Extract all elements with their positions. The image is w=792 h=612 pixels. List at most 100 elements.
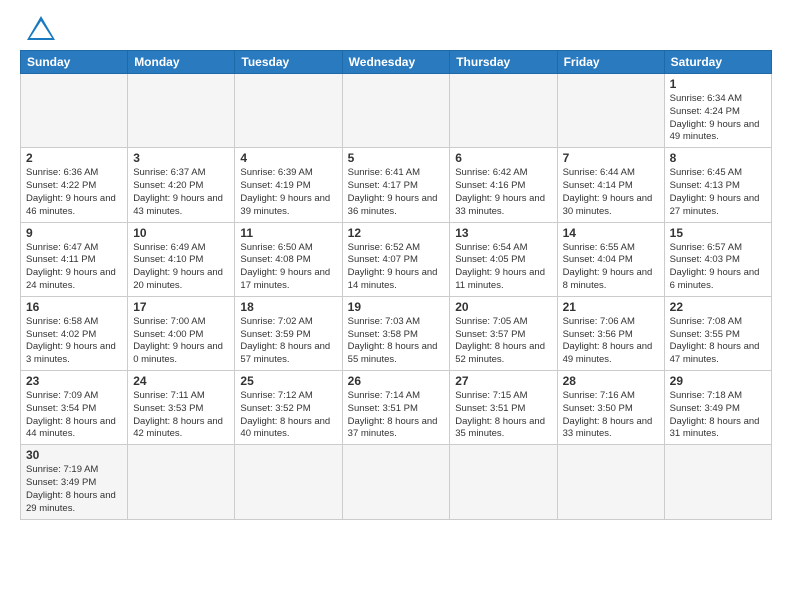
day-number: 26 [348, 374, 445, 388]
calendar-table: SundayMondayTuesdayWednesdayThursdayFrid… [20, 50, 772, 520]
day-info: Sunrise: 6:58 AM Sunset: 4:02 PM Dayligh… [26, 316, 122, 367]
calendar-cell [128, 445, 235, 519]
day-number: 19 [348, 300, 445, 314]
day-number: 22 [670, 300, 766, 314]
day-number: 25 [240, 374, 336, 388]
day-info: Sunrise: 7:14 AM Sunset: 3:51 PM Dayligh… [348, 390, 445, 441]
page: SundayMondayTuesdayWednesdayThursdayFrid… [0, 0, 792, 530]
day-number: 3 [133, 151, 229, 165]
calendar-cell: 3 Sunrise: 6:37 AM Sunset: 4:20 PM Daylig… [128, 148, 235, 222]
calendar-week-4: 23 Sunrise: 7:09 AM Sunset: 3:54 PM Dayli… [21, 371, 772, 445]
day-number: 2 [26, 151, 122, 165]
day-number: 23 [26, 374, 122, 388]
calendar-cell: 25 Sunrise: 7:12 AM Sunset: 3:52 PM Dayli… [235, 371, 342, 445]
day-info: Sunrise: 6:45 AM Sunset: 4:13 PM Dayligh… [670, 167, 766, 218]
calendar-cell: 24Sunrise: 7:11 AM Sunset: 3:53 PM Dayli… [128, 371, 235, 445]
day-info: Sunrise: 6:39 AM Sunset: 4:19 PM Dayligh… [240, 167, 336, 218]
calendar-week-5: 30 Sunrise: 7:19 AM Sunset: 3:49 PM Dayli… [21, 445, 772, 519]
day-info: Sunrise: 7:19 AM Sunset: 3:49 PM Dayligh… [26, 464, 122, 515]
calendar-cell [450, 74, 557, 148]
day-number: 18 [240, 300, 336, 314]
day-info: Sunrise: 6:57 AM Sunset: 4:03 PM Dayligh… [670, 242, 766, 293]
calendar-header-friday: Friday [557, 51, 664, 74]
calendar-week-2: 9Sunrise: 6:47 AM Sunset: 4:11 PM Daylig… [21, 222, 772, 296]
day-number: 12 [348, 226, 445, 240]
day-info: Sunrise: 6:54 AM Sunset: 4:05 PM Dayligh… [455, 242, 551, 293]
day-info: Sunrise: 7:18 AM Sunset: 3:49 PM Dayligh… [670, 390, 766, 441]
day-number: 24 [133, 374, 229, 388]
calendar-cell [664, 445, 771, 519]
day-number: 21 [563, 300, 659, 314]
day-number: 8 [670, 151, 766, 165]
calendar-cell: 26 Sunrise: 7:14 AM Sunset: 3:51 PM Dayli… [342, 371, 450, 445]
calendar-cell [21, 74, 128, 148]
day-number: 1 [670, 77, 766, 91]
calendar-cell: 5Sunrise: 6:41 AM Sunset: 4:17 PM Daylig… [342, 148, 450, 222]
calendar-cell [450, 445, 557, 519]
calendar-cell: 12 Sunrise: 6:52 AM Sunset: 4:07 PM Dayli… [342, 222, 450, 296]
calendar-week-0: 1 Sunrise: 6:34 AM Sunset: 4:24 PM Daylig… [21, 74, 772, 148]
day-info: Sunrise: 6:34 AM Sunset: 4:24 PM Dayligh… [670, 93, 766, 144]
calendar-cell [557, 74, 664, 148]
day-number: 4 [240, 151, 336, 165]
calendar-cell: 21 Sunrise: 7:06 AM Sunset: 3:56 PM Dayli… [557, 296, 664, 370]
day-number: 10 [133, 226, 229, 240]
calendar-cell: 27 Sunrise: 7:15 AM Sunset: 3:51 PM Dayli… [450, 371, 557, 445]
calendar-cell: 11Sunrise: 6:50 AM Sunset: 4:08 PM Dayli… [235, 222, 342, 296]
day-info: Sunrise: 7:09 AM Sunset: 3:54 PM Dayligh… [26, 390, 122, 441]
day-info: Sunrise: 7:06 AM Sunset: 3:56 PM Dayligh… [563, 316, 659, 367]
calendar-header-tuesday: Tuesday [235, 51, 342, 74]
calendar-cell [235, 445, 342, 519]
calendar-cell: 10 Sunrise: 6:49 AM Sunset: 4:10 PM Dayli… [128, 222, 235, 296]
day-number: 6 [455, 151, 551, 165]
calendar-cell: 29 Sunrise: 7:18 AM Sunset: 3:49 PM Dayli… [664, 371, 771, 445]
day-number: 29 [670, 374, 766, 388]
day-number: 28 [563, 374, 659, 388]
day-number: 13 [455, 226, 551, 240]
day-info: Sunrise: 7:15 AM Sunset: 3:51 PM Dayligh… [455, 390, 551, 441]
calendar-cell: 23 Sunrise: 7:09 AM Sunset: 3:54 PM Dayli… [21, 371, 128, 445]
calendar-week-3: 16 Sunrise: 6:58 AM Sunset: 4:02 PM Dayli… [21, 296, 772, 370]
day-info: Sunrise: 6:37 AM Sunset: 4:20 PM Dayligh… [133, 167, 229, 218]
day-number: 17 [133, 300, 229, 314]
calendar-header-monday: Monday [128, 51, 235, 74]
logo [20, 16, 55, 40]
calendar-cell: 7Sunrise: 6:44 AM Sunset: 4:14 PM Daylig… [557, 148, 664, 222]
logo-area [20, 16, 55, 40]
calendar-cell [557, 445, 664, 519]
day-number: 16 [26, 300, 122, 314]
day-info: Sunrise: 7:08 AM Sunset: 3:55 PM Dayligh… [670, 316, 766, 367]
calendar-cell: 16 Sunrise: 6:58 AM Sunset: 4:02 PM Dayli… [21, 296, 128, 370]
calendar-cell: 4 Sunrise: 6:39 AM Sunset: 4:19 PM Daylig… [235, 148, 342, 222]
day-number: 9 [26, 226, 122, 240]
calendar-cell [235, 74, 342, 148]
day-info: Sunrise: 6:49 AM Sunset: 4:10 PM Dayligh… [133, 242, 229, 293]
calendar-header-thursday: Thursday [450, 51, 557, 74]
calendar-header-row: SundayMondayTuesdayWednesdayThursdayFrid… [21, 51, 772, 74]
calendar-cell [128, 74, 235, 148]
day-info: Sunrise: 6:52 AM Sunset: 4:07 PM Dayligh… [348, 242, 445, 293]
calendar-cell: 14 Sunrise: 6:55 AM Sunset: 4:04 PM Dayli… [557, 222, 664, 296]
calendar-cell: 15Sunrise: 6:57 AM Sunset: 4:03 PM Dayli… [664, 222, 771, 296]
calendar-cell: 9Sunrise: 6:47 AM Sunset: 4:11 PM Daylig… [21, 222, 128, 296]
calendar-header-wednesday: Wednesday [342, 51, 450, 74]
calendar-cell: 18Sunrise: 7:02 AM Sunset: 3:59 PM Dayli… [235, 296, 342, 370]
calendar-cell: 19Sunrise: 7:03 AM Sunset: 3:58 PM Dayli… [342, 296, 450, 370]
day-info: Sunrise: 7:00 AM Sunset: 4:00 PM Dayligh… [133, 316, 229, 367]
day-info: Sunrise: 6:36 AM Sunset: 4:22 PM Dayligh… [26, 167, 122, 218]
day-number: 27 [455, 374, 551, 388]
day-number: 14 [563, 226, 659, 240]
calendar-header-saturday: Saturday [664, 51, 771, 74]
day-info: Sunrise: 6:42 AM Sunset: 4:16 PM Dayligh… [455, 167, 551, 218]
calendar-cell: 1 Sunrise: 6:34 AM Sunset: 4:24 PM Daylig… [664, 74, 771, 148]
day-info: Sunrise: 6:50 AM Sunset: 4:08 PM Dayligh… [240, 242, 336, 293]
day-info: Sunrise: 6:55 AM Sunset: 4:04 PM Dayligh… [563, 242, 659, 293]
day-number: 30 [26, 448, 122, 462]
day-info: Sunrise: 7:05 AM Sunset: 3:57 PM Dayligh… [455, 316, 551, 367]
calendar-week-1: 2 Sunrise: 6:36 AM Sunset: 4:22 PM Daylig… [21, 148, 772, 222]
calendar-cell [342, 74, 450, 148]
calendar-cell: 6 Sunrise: 6:42 AM Sunset: 4:16 PM Daylig… [450, 148, 557, 222]
calendar-cell: 17 Sunrise: 7:00 AM Sunset: 4:00 PM Dayli… [128, 296, 235, 370]
day-info: Sunrise: 7:12 AM Sunset: 3:52 PM Dayligh… [240, 390, 336, 441]
day-number: 20 [455, 300, 551, 314]
